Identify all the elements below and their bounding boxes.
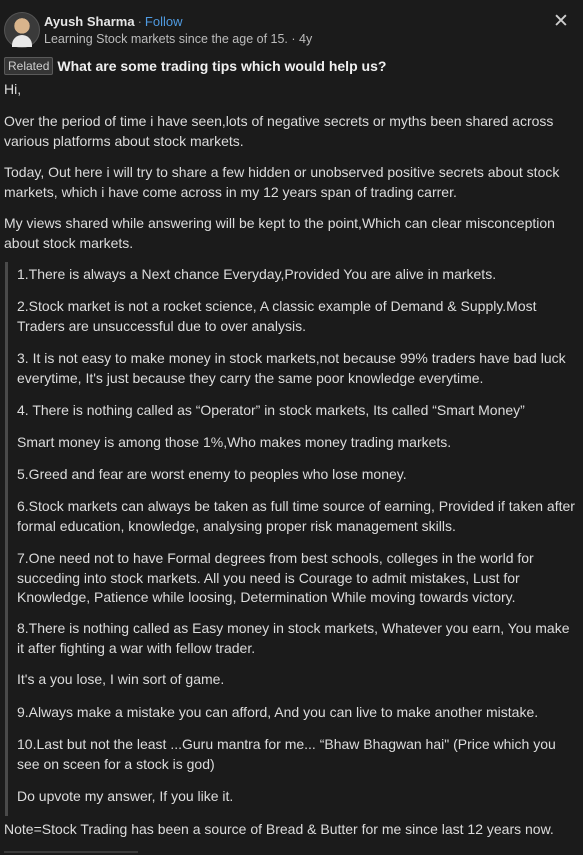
closing-note: Note=Stock Trading has been a source of … bbox=[4, 821, 554, 837]
question-title[interactable]: What are some trading tips which would h… bbox=[57, 58, 386, 74]
quote-item: 8.There is nothing called as Easy money … bbox=[17, 620, 570, 656]
quote-item: Do upvote my answer, If you like it. bbox=[17, 788, 234, 804]
author-line: Ayush Sharma · Follow bbox=[44, 14, 182, 29]
quote-item: 2.Stock market is not a rocket science, … bbox=[17, 298, 537, 334]
quote-item: 10.Last but not the least ...Guru mantra… bbox=[17, 736, 556, 772]
close-icon[interactable]: ✕ bbox=[551, 12, 571, 32]
quote-item: Smart money is among those 1%,Who makes … bbox=[17, 434, 452, 450]
quote-item: It's a you lose, I win sort of game. bbox=[17, 671, 225, 687]
quote-item: 7.One need not to have Formal degrees fr… bbox=[17, 550, 534, 605]
intro-paragraph: My views shared while answering will be … bbox=[4, 215, 555, 251]
quote-item: 3. It is not easy to make money in stock… bbox=[17, 350, 566, 386]
quote-item: 5.Greed and fear are worst enemy to peop… bbox=[17, 466, 407, 482]
related-question-row: Related What are some trading tips which … bbox=[4, 57, 386, 77]
author-name[interactable]: Ayush Sharma bbox=[44, 14, 135, 29]
answer-header: Ayush Sharma · Follow Learning Stock marke… bbox=[0, 0, 583, 56]
intro-paragraph: Today, Out here i will try to share a fe… bbox=[4, 164, 560, 200]
follow-button[interactable]: Follow bbox=[145, 14, 183, 29]
divider bbox=[4, 851, 138, 853]
intro-paragraph: Over the period of time i have seen,lots… bbox=[4, 113, 554, 149]
author-avatar[interactable] bbox=[4, 12, 40, 48]
related-badge: Related bbox=[4, 57, 54, 75]
quote-item: 4. There is nothing called as “Operator”… bbox=[17, 402, 525, 418]
quote-item: 9.Always make a mistake you can afford, … bbox=[17, 704, 539, 720]
intro-greeting: Hi, bbox=[4, 81, 22, 97]
author-bio: Learning Stock markets since the age of … bbox=[44, 32, 313, 46]
blockquote-bar bbox=[5, 262, 8, 816]
quote-item: 6.Stock markets can always be taken as f… bbox=[17, 498, 575, 534]
separator-dot: · bbox=[137, 14, 142, 29]
quote-item: 1.There is always a Next chance Everyday… bbox=[17, 266, 497, 282]
